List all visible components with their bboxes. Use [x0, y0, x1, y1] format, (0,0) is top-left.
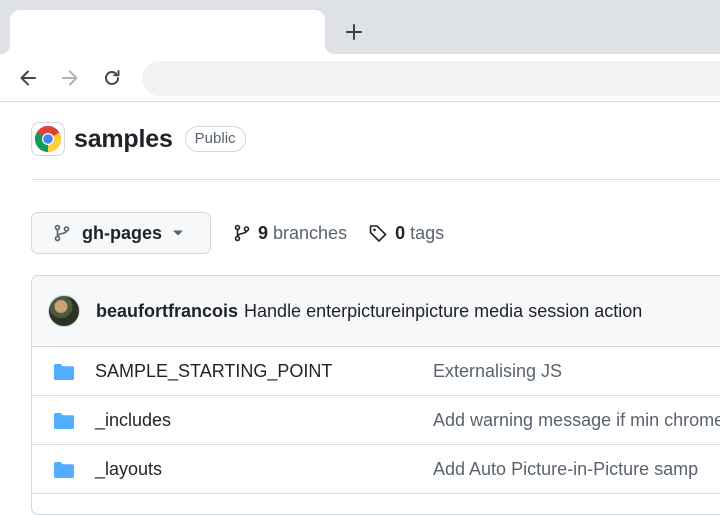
tags-link[interactable]: 0 tags	[369, 223, 444, 244]
branches-count: 9	[258, 222, 269, 243]
reload-icon	[105, 70, 120, 85]
folder-icon	[54, 364, 74, 381]
branches-label: branches	[273, 222, 348, 243]
file-name[interactable]: _includes	[95, 410, 171, 431]
github-repo-page: samples Public gh-pages 9 branches 0 tag…	[0, 103, 720, 515]
forward-button[interactable]	[56, 64, 84, 92]
browser-toolbar	[0, 54, 720, 102]
file-commit-message[interactable]: Add warning message if min chrome	[433, 410, 720, 431]
branch-select-button[interactable]: gh-pages	[31, 212, 211, 254]
tag-icon	[369, 224, 387, 242]
caret-down-icon	[173, 230, 184, 236]
browser-tabstrip	[0, 0, 720, 54]
arrow-left-icon	[20, 70, 36, 86]
commit-author[interactable]: beaufortfrancois	[96, 301, 238, 322]
repo-name[interactable]: samples	[74, 125, 173, 154]
file-name[interactable]: SAMPLE_STARTING_POINT	[95, 361, 332, 382]
git-branch-icon	[234, 224, 250, 242]
new-tab-button[interactable]	[340, 18, 368, 46]
header-divider	[31, 179, 720, 180]
file-row[interactable]: _includes Add warning message if min chr…	[32, 396, 720, 445]
back-button[interactable]	[14, 64, 42, 92]
tags-label: tags	[410, 222, 445, 243]
folder-icon	[54, 413, 74, 430]
chrome-logo-icon	[34, 125, 62, 152]
file-browser: beaufortfrancois Handle enterpictureinpi…	[31, 275, 720, 515]
file-name[interactable]: _layouts	[95, 459, 162, 480]
avatar[interactable]	[48, 295, 80, 327]
plus-icon	[346, 24, 362, 40]
tags-count: 0	[395, 222, 406, 243]
folder-icon	[54, 462, 74, 479]
reload-button[interactable]	[98, 64, 126, 92]
repo-header: samples Public	[31, 121, 246, 157]
file-commit-message[interactable]: Add Auto Picture-in-Picture samp	[433, 459, 698, 480]
address-bar[interactable]	[142, 61, 720, 96]
file-commit-message[interactable]: Externalising JS	[433, 361, 562, 382]
git-branch-icon	[54, 224, 70, 242]
current-branch-label: gh-pages	[82, 222, 163, 243]
branches-link[interactable]: 9 branches	[233, 223, 347, 244]
branch-bar: gh-pages 9 branches 0 tags	[31, 212, 444, 254]
browser-tab-active[interactable]	[0, 10, 335, 54]
file-row[interactable]: _layouts Add Auto Picture-in-Picture sam…	[32, 445, 720, 494]
arrow-right-icon	[62, 70, 78, 86]
latest-commit-bar: beaufortfrancois Handle enterpictureinpi…	[32, 276, 720, 347]
repo-avatar[interactable]	[31, 122, 65, 156]
commit-message[interactable]: Handle enterpictureinpicture media sessi…	[244, 301, 642, 322]
file-row[interactable]: SAMPLE_STARTING_POINT Externalising JS	[32, 347, 720, 396]
visibility-badge: Public	[184, 126, 246, 152]
